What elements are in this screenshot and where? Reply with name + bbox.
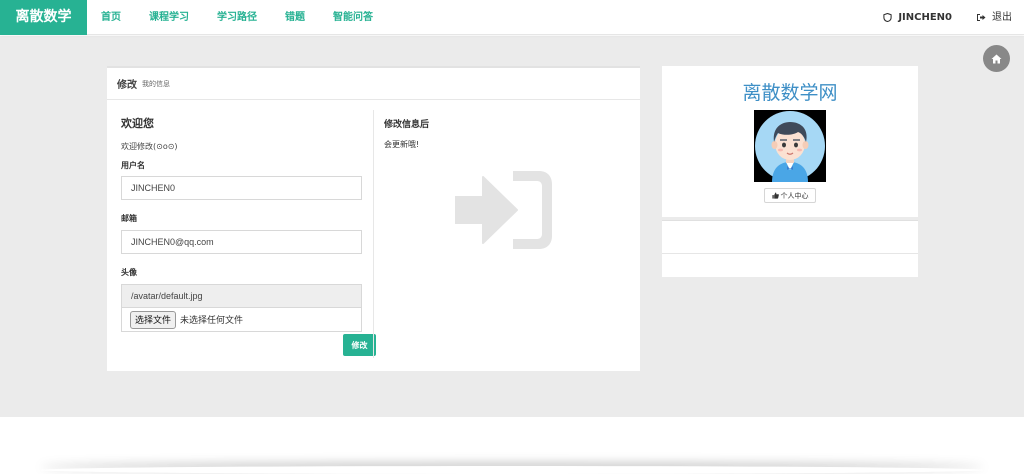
sign-in-icon (455, 171, 552, 249)
nav-home[interactable]: 首页 (87, 0, 135, 35)
shield-icon (883, 13, 892, 22)
avatar-path-field: /avatar/default.jpg (121, 284, 362, 308)
panel-subtitle: 我的信息 (142, 79, 170, 88)
home-icon (991, 54, 1002, 63)
edit-form: 欢迎您 欢迎修改(⊙o⊙) 用户名 JINCHEN0 邮箱 JINCHEN0@q… (121, 110, 376, 356)
file-status: 未选择任何文件 (180, 315, 244, 325)
after-update-text: 会更新哦! (384, 140, 420, 149)
email-label: 邮箱 (121, 214, 137, 223)
profile-center-label: 个人中心 (780, 191, 809, 200)
side-list-panel (662, 220, 918, 277)
nav-right: JINCHEN0 退出 (871, 0, 1024, 35)
nav-learning-path[interactable]: 学习路径 (203, 0, 271, 35)
panel-title: 修改 (117, 80, 137, 91)
email-input[interactable]: JINCHEN0@qq.com (121, 230, 362, 254)
profile-card: 离散数学网 个人中心 (662, 66, 918, 217)
username-label: 用户名 (121, 161, 145, 170)
edit-info-panel: 修改 我的信息 欢迎您 欢迎修改(⊙o⊙) 用户名 JINCHEN0 邮箱 JI… (107, 66, 640, 371)
submit-button[interactable]: 修改 (343, 334, 376, 356)
username-input[interactable]: JINCHEN0 (121, 176, 362, 200)
site-title: 离散数学网 (742, 82, 838, 104)
panel-header: 修改 我的信息 (107, 68, 640, 100)
nav-courses[interactable]: 课程学习 (135, 0, 203, 35)
nav-user[interactable]: JINCHEN0 (871, 0, 964, 35)
list-separator (662, 253, 918, 254)
user-name: JINCHEN0 (898, 12, 952, 23)
avatar (754, 110, 826, 182)
home-button[interactable] (983, 45, 1010, 72)
profile-center-button[interactable]: 个人中心 (764, 188, 816, 203)
info-column: 修改信息后 会更新哦! (384, 110, 624, 150)
top-navbar: 离散数学 首页 课程学习 学习路径 错题 智能问答 JINCHEN0 退出 (0, 0, 1024, 35)
column-divider (373, 110, 374, 358)
logout-icon (977, 14, 986, 21)
nav-mistakes[interactable]: 错题 (271, 0, 319, 35)
brand-logo[interactable]: 离散数学 (0, 0, 87, 35)
thumbs-up-icon (771, 192, 779, 199)
footer-shadow (40, 466, 984, 474)
nav-links: 首页 课程学习 学习路径 错题 智能问答 (87, 0, 387, 35)
logout-label: 退出 (992, 12, 1012, 23)
file-input: 选择文件 未选择任何文件 (121, 308, 362, 332)
nav-qa[interactable]: 智能问答 (319, 0, 387, 35)
nav-logout[interactable]: 退出 (964, 0, 1024, 35)
welcome-heading: 欢迎您 (121, 117, 154, 130)
after-update-title: 修改信息后 (384, 120, 430, 130)
choose-file-button[interactable]: 选择文件 (130, 310, 177, 329)
welcome-text: 欢迎修改(⊙o⊙) (121, 142, 178, 151)
avatar-image (754, 110, 826, 182)
avatar-label: 头像 (121, 268, 137, 277)
